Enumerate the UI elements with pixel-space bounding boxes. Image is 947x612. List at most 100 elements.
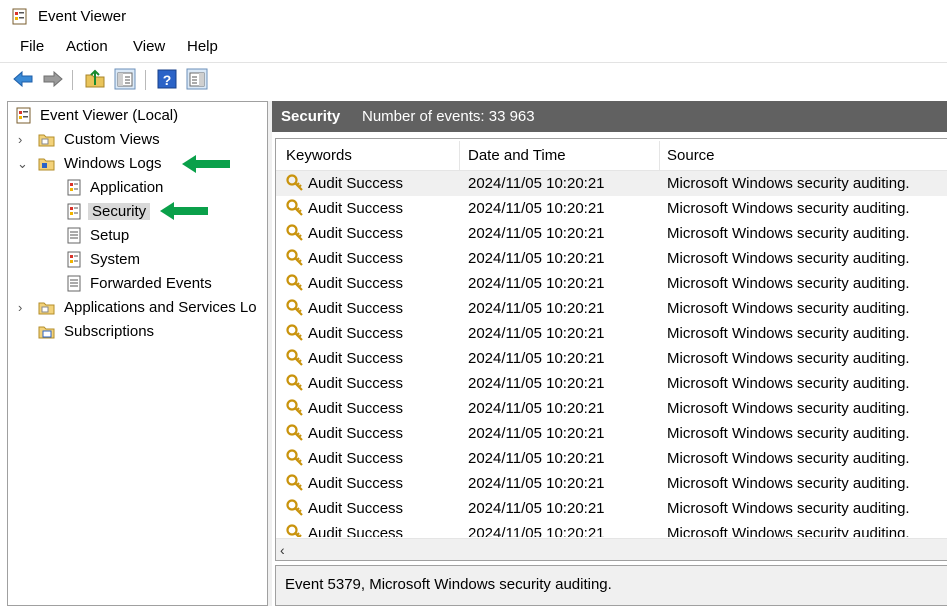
table-row[interactable]: Audit Success 2024/11/05 10:20:21 Microsof… <box>276 521 947 537</box>
cell-keyword: Audit Success <box>308 475 404 492</box>
cell-datetime: 2024/11/05 10:20:21 <box>468 525 605 537</box>
show-hide-tree-icon[interactable] <box>114 68 136 90</box>
audit-key-icon <box>286 374 304 392</box>
cell-keyword: Audit Success <box>308 400 404 417</box>
tree-label: Forwarded Events <box>90 275 212 292</box>
event-detail-title: Event 5379, Microsoft Windows security a… <box>285 576 612 593</box>
cell-source: Microsoft Windows security auditing. <box>667 200 910 217</box>
horizontal-scrollbar[interactable]: ‹ <box>276 538 947 560</box>
folder-up-icon[interactable] <box>84 68 106 90</box>
cell-keyword: Audit Success <box>308 500 404 517</box>
tree-item-root[interactable]: Event Viewer (Local) <box>14 105 264 127</box>
column-divider[interactable] <box>659 141 660 170</box>
log-icon <box>67 251 81 268</box>
table-row[interactable]: Audit Success 2024/11/05 10:20:21 Microsof… <box>276 246 947 271</box>
table-row[interactable]: Audit Success 2024/11/05 10:20:21 Microsof… <box>276 471 947 496</box>
cell-source: Microsoft Windows security auditing. <box>667 325 910 342</box>
menu-action[interactable]: Action <box>66 38 108 55</box>
forward-arrow-icon[interactable] <box>42 68 64 90</box>
event-detail-pane: Event 5379, Microsoft Windows security a… <box>275 565 947 606</box>
back-arrow-icon[interactable] <box>12 68 34 90</box>
event-viewer-icon <box>12 8 27 25</box>
cell-keyword: Audit Success <box>308 175 404 192</box>
table-row[interactable]: Audit Success 2024/11/05 10:20:21 Microsof… <box>276 271 947 296</box>
menu-help[interactable]: Help <box>187 38 218 55</box>
cell-datetime: 2024/11/05 10:20:21 <box>468 200 605 217</box>
tree-label: Setup <box>90 227 130 244</box>
tree-label: Applications and Services Lo <box>64 299 257 316</box>
cell-keyword: Audit Success <box>308 300 404 317</box>
column-divider[interactable] <box>459 141 460 170</box>
tree-item-custom-views[interactable]: › Custom Views <box>14 129 264 151</box>
menu-file[interactable]: File <box>20 38 44 55</box>
cell-source: Microsoft Windows security auditing. <box>667 175 910 192</box>
console-tree[interactable]: Event Viewer (Local) › Custom Views ⌄ Wi… <box>7 101 268 606</box>
log-icon <box>67 275 81 292</box>
help-icon[interactable]: ? <box>156 68 178 90</box>
event-rows: Audit Success 2024/11/05 10:20:21 Microsof… <box>276 171 947 537</box>
folder-icon <box>38 302 55 315</box>
column-header-datetime[interactable]: Date and Time <box>468 147 566 164</box>
tree-item-apps-services[interactable]: › Applications and Services Lo <box>14 297 267 319</box>
log-icon <box>67 179 81 196</box>
tree-item-setup[interactable]: Setup <box>14 225 264 247</box>
audit-key-icon <box>286 174 304 192</box>
cell-source: Microsoft Windows security auditing. <box>667 275 910 292</box>
cell-keyword: Audit Success <box>308 425 404 442</box>
chevron-right-icon[interactable]: › <box>18 132 30 147</box>
audit-key-icon <box>286 249 304 267</box>
scroll-left-icon[interactable]: ‹ <box>280 542 285 558</box>
folder-icon <box>38 134 55 147</box>
audit-key-icon <box>286 274 304 292</box>
cell-source: Microsoft Windows security auditing. <box>667 250 910 267</box>
events-grid[interactable]: Keywords Date and Time Source Audit Succ… <box>275 138 947 561</box>
tree-item-forwarded-events[interactable]: Forwarded Events <box>14 273 264 295</box>
tree-label: Security <box>88 203 151 220</box>
audit-key-icon <box>286 224 304 242</box>
cell-keyword: Audit Success <box>308 250 404 267</box>
audit-key-icon <box>286 199 304 217</box>
toolbar: ? <box>0 62 947 96</box>
table-row[interactable]: Audit Success 2024/11/05 10:20:21 Microsof… <box>276 196 947 221</box>
table-row[interactable]: Audit Success 2024/11/05 10:20:21 Microsof… <box>276 321 947 346</box>
results-pane: Security Number of events: 33 963 Keywor… <box>272 101 947 606</box>
cell-source: Microsoft Windows security auditing. <box>667 400 910 417</box>
chevron-right-icon[interactable]: › <box>18 300 30 315</box>
cell-datetime: 2024/11/05 10:20:21 <box>468 300 605 317</box>
table-row[interactable]: Audit Success 2024/11/05 10:20:21 Microsof… <box>276 421 947 446</box>
log-header: Security Number of events: 33 963 <box>272 101 947 132</box>
cell-keyword: Audit Success <box>308 525 404 537</box>
chevron-down-icon[interactable]: ⌄ <box>17 156 29 171</box>
column-header-keywords[interactable]: Keywords <box>286 147 352 164</box>
cell-datetime: 2024/11/05 10:20:21 <box>468 475 605 492</box>
cell-datetime: 2024/11/05 10:20:21 <box>468 375 605 392</box>
audit-key-icon <box>286 424 304 442</box>
table-row[interactable]: Audit Success 2024/11/05 10:20:21 Microsof… <box>276 396 947 421</box>
menu-bar: File Action View Help <box>0 34 947 61</box>
table-row[interactable]: Audit Success 2024/11/05 10:20:21 Microsof… <box>276 371 947 396</box>
log-name: Security <box>281 108 341 125</box>
table-row[interactable]: Audit Success 2024/11/05 10:20:21 Microsof… <box>276 171 947 196</box>
menu-view[interactable]: View <box>133 38 165 55</box>
column-header-source[interactable]: Source <box>667 147 715 164</box>
cell-keyword: Audit Success <box>308 325 404 342</box>
table-row[interactable]: Audit Success 2024/11/05 10:20:21 Microsof… <box>276 221 947 246</box>
audit-key-icon <box>286 324 304 342</box>
cell-source: Microsoft Windows security auditing. <box>667 450 910 467</box>
table-row[interactable]: Audit Success 2024/11/05 10:20:21 Microsof… <box>276 496 947 521</box>
cell-source: Microsoft Windows security auditing. <box>667 225 910 242</box>
tree-item-system[interactable]: System <box>14 249 264 271</box>
table-row[interactable]: Audit Success 2024/11/05 10:20:21 Microsof… <box>276 296 947 321</box>
table-row[interactable]: Audit Success 2024/11/05 10:20:21 Microsof… <box>276 346 947 371</box>
audit-key-icon <box>286 474 304 492</box>
cell-datetime: 2024/11/05 10:20:21 <box>468 500 605 517</box>
tree-item-application[interactable]: Application <box>14 177 264 199</box>
audit-key-icon <box>286 499 304 517</box>
table-row[interactable]: Audit Success 2024/11/05 10:20:21 Microsof… <box>276 446 947 471</box>
cell-source: Microsoft Windows security auditing. <box>667 500 910 517</box>
tree-item-security[interactable]: Security <box>14 201 264 223</box>
annotation-arrow-icon <box>160 202 208 220</box>
log-icon <box>67 227 81 244</box>
show-hide-action-pane-icon[interactable] <box>186 68 208 90</box>
tree-item-subscriptions[interactable]: Subscriptions <box>14 321 264 343</box>
